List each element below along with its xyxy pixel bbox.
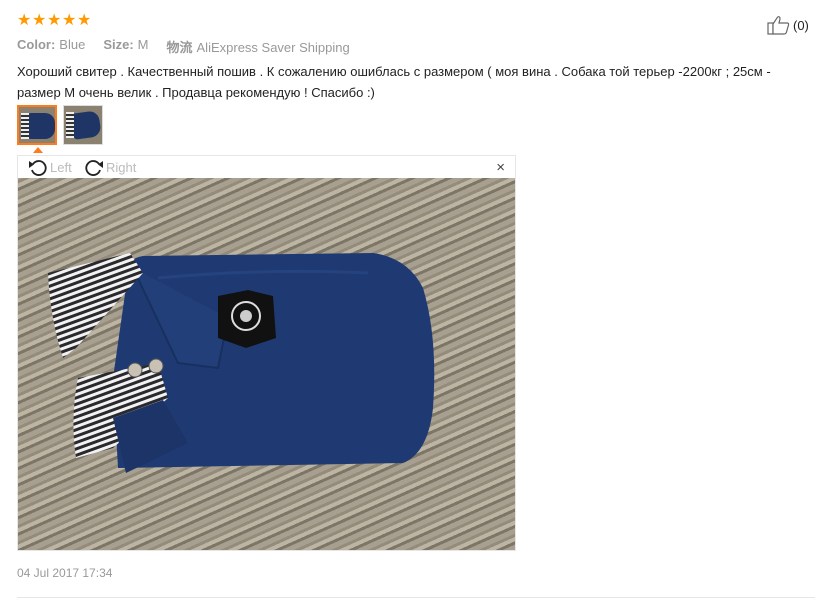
size-label: Size: (103, 37, 134, 52)
viewer-toolbar: Left Right × (18, 156, 515, 178)
divider (17, 597, 815, 598)
rating-stars: ★ ★ ★ ★ ★ (17, 12, 92, 29)
review-thumbnail[interactable] (63, 105, 103, 145)
thumbnail-sweater (27, 113, 55, 139)
review-thumbnails (17, 105, 103, 145)
helpful-count: (0) (793, 17, 809, 33)
star-icon: ★ (62, 12, 77, 29)
color-label: Color: (17, 37, 56, 52)
star-icon: ★ (17, 12, 32, 29)
sweater-photo-illustration (48, 253, 435, 473)
shipping-method: AliExpress Saver Shipping (196, 40, 350, 55)
rotate-left-label: Left (50, 159, 72, 175)
close-icon[interactable]: × (496, 159, 505, 176)
size-value: M (137, 37, 149, 52)
star-icon: ★ (32, 12, 47, 29)
image-viewer: Left Right × (17, 155, 516, 551)
shipping-info: 物流 AliExpress Saver Shipping (167, 37, 350, 56)
thumbnail-collar (66, 112, 74, 138)
review-thumbnail[interactable] (17, 105, 57, 145)
color-value: Blue (59, 37, 86, 52)
review-text: Хороший свитер . Качественный пошив . К … (17, 64, 771, 100)
thumbnail-pointer (33, 147, 43, 153)
rotate-right-icon (85, 160, 103, 176)
rotate-right-button[interactable]: Right (84, 158, 136, 176)
thumbnail-sweater (70, 110, 102, 140)
review-date: 04 Jul 2017 17:34 (17, 566, 113, 580)
star-icon: ★ (77, 12, 92, 29)
rotate-left-button[interactable]: Left (28, 158, 72, 176)
star-icon: ★ (47, 12, 62, 29)
color-info: Color: Blue (17, 37, 85, 56)
shipping-label: 物流 (166, 40, 193, 55)
rotate-right-label: Right (106, 159, 137, 175)
thumbnail-collar (21, 113, 29, 139)
size-info: Size: M (103, 37, 148, 56)
review-photo (18, 178, 515, 550)
rotate-left-icon (29, 160, 47, 176)
review-meta: Color: Blue Size: M 物流 AliExpress Saver Shi… (17, 37, 368, 56)
helpful-button[interactable]: (0) (767, 15, 809, 35)
thumbs-up-icon[interactable] (767, 15, 791, 35)
